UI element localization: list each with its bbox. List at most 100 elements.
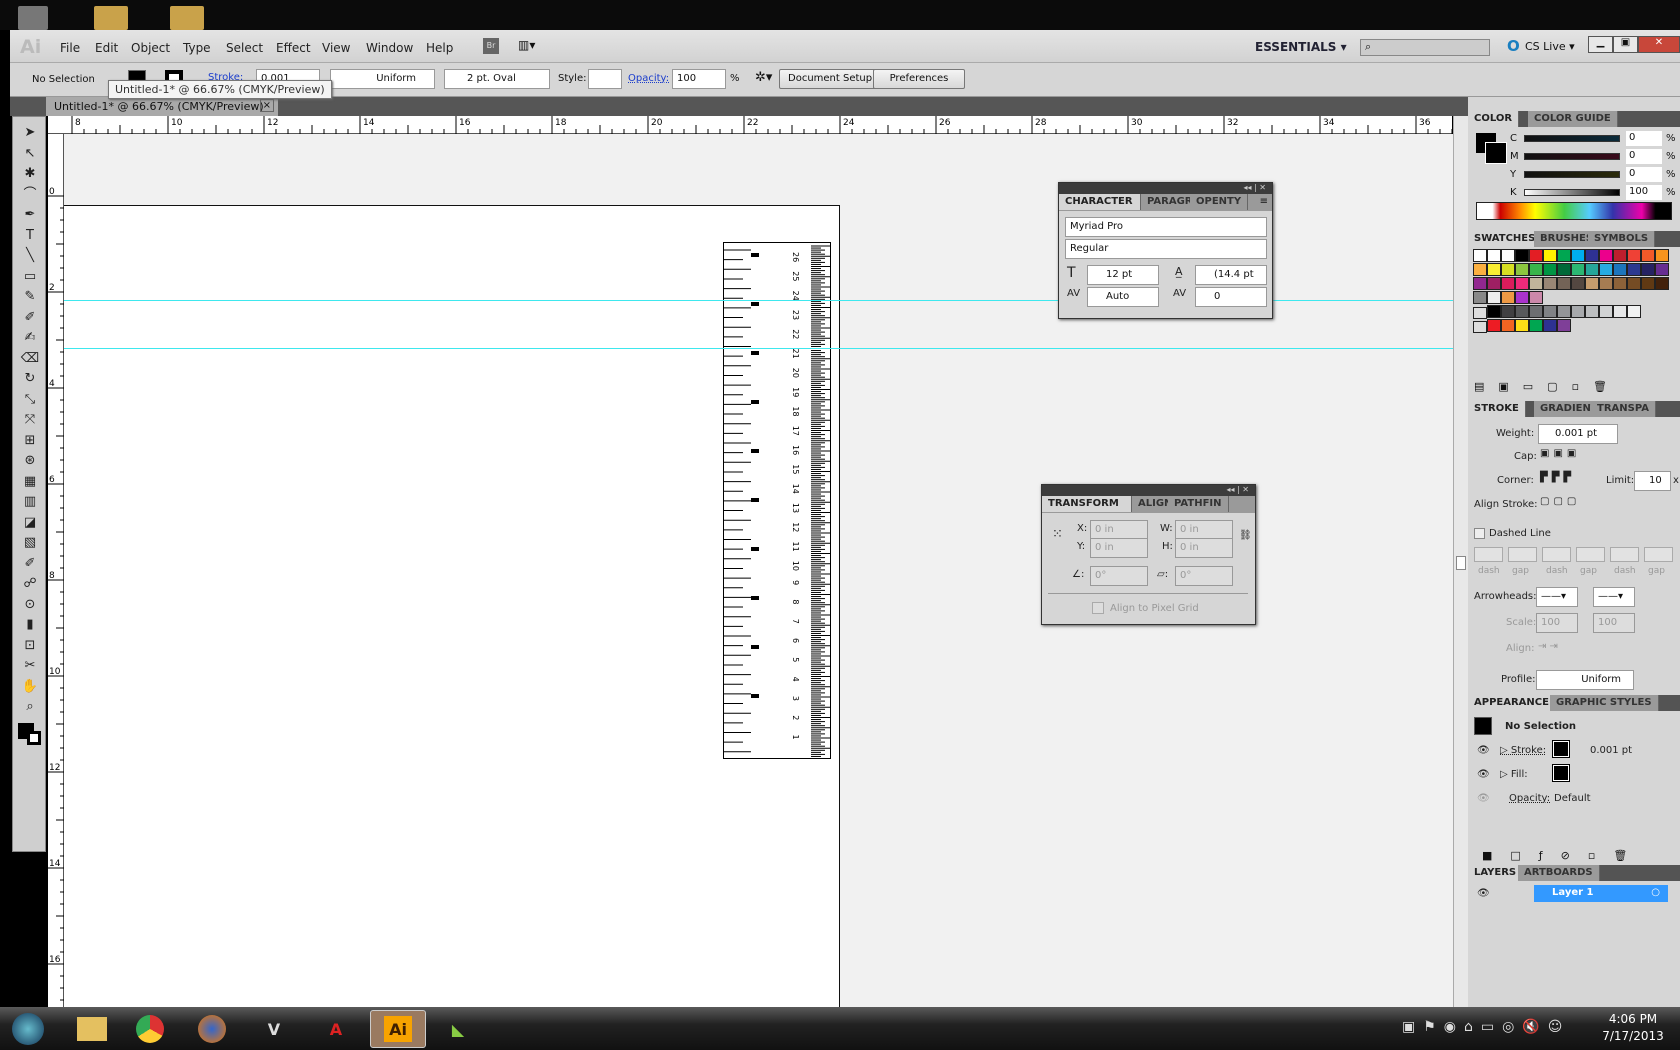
x-field[interactable]: 0 in — [1090, 520, 1148, 540]
document-tab[interactable]: Untitled-1* @ 66.67% (CMYK/Preview) × — [46, 97, 278, 116]
tool-6-icon[interactable]: ╲ — [13, 246, 47, 266]
swatch[interactable] — [1585, 277, 1599, 290]
tool-25-icon[interactable]: ⊡ — [13, 636, 47, 656]
swatch[interactable] — [1543, 277, 1557, 290]
tool-13-icon[interactable]: ⤡ — [13, 390, 47, 410]
minimize-button[interactable]: ▁ — [1588, 36, 1613, 53]
start-button[interactable] — [4, 1010, 52, 1048]
tool-3-icon[interactable]: ⌒ — [13, 185, 47, 205]
w-field[interactable]: 0 in — [1175, 520, 1233, 540]
tab-transform[interactable]: TRANSFORM — [1042, 496, 1132, 512]
y-field[interactable]: 0 in — [1090, 538, 1148, 558]
tab-transparency[interactable]: TRANSPA — [1591, 401, 1656, 417]
swatch[interactable] — [1557, 277, 1571, 290]
gray-swatch[interactable] — [1585, 305, 1599, 318]
start-arrowhead-select[interactable]: ——▾ — [1536, 587, 1578, 607]
constrain-link-icon[interactable]: ⛓ — [1239, 530, 1252, 541]
kerning-field[interactable]: Auto — [1087, 287, 1159, 307]
bright-swatch[interactable] — [1515, 319, 1529, 332]
slider-k[interactable] — [1524, 189, 1620, 196]
stroke-appearance-link[interactable]: ▷ Stroke: — [1500, 745, 1546, 756]
eye-icon[interactable]: 👁 — [1477, 769, 1490, 780]
dash-gap-field[interactable] — [1542, 547, 1571, 562]
swatch[interactable] — [1557, 249, 1571, 262]
stroke-appearance-swatch[interactable] — [1552, 740, 1570, 758]
font-style-select[interactable]: Regular — [1065, 239, 1267, 259]
opacity-link[interactable]: Opacity: — [628, 73, 669, 84]
profile-select[interactable]: Uniform — [1536, 670, 1634, 690]
tracking-field[interactable]: 0 — [1195, 287, 1267, 307]
bright-swatch[interactable] — [1487, 319, 1501, 332]
fill-appearance-swatch[interactable] — [1552, 764, 1570, 782]
taskbar-illustrator-icon[interactable]: Ai — [370, 1010, 426, 1048]
swatch[interactable] — [1641, 249, 1655, 262]
bright-swatch[interactable] — [1501, 319, 1515, 332]
bright-swatch[interactable] — [1543, 319, 1557, 332]
swatch[interactable] — [1529, 277, 1543, 290]
taskbar-acrobat-icon[interactable]: A — [308, 1010, 364, 1048]
swatch[interactable] — [1571, 277, 1585, 290]
swatch[interactable] — [1641, 263, 1655, 276]
swatch[interactable] — [1627, 249, 1641, 262]
panel-menu-icon[interactable]: ≡ — [1260, 196, 1268, 207]
tool-8-icon[interactable]: ✎ — [13, 287, 47, 307]
tool-5-icon[interactable]: T — [13, 226, 47, 246]
taskbar-green-app-icon[interactable]: ◣ — [430, 1010, 486, 1048]
stroke-color-box[interactable] — [1485, 142, 1507, 164]
slider-y[interactable] — [1524, 171, 1620, 178]
pattern-swatch[interactable] — [1529, 291, 1543, 304]
swatch[interactable] — [1515, 263, 1529, 276]
tool-23-icon[interactable]: ⊙ — [13, 595, 47, 615]
bright-swatch[interactable] — [1557, 319, 1571, 332]
swatch[interactable] — [1529, 249, 1543, 262]
recolor-icon[interactable]: ✲▾ — [755, 70, 772, 85]
pattern-swatch[interactable] — [1487, 291, 1501, 304]
pattern-swatch[interactable] — [1473, 291, 1487, 304]
tab-color[interactable]: COLOR — [1468, 111, 1520, 127]
swatch[interactable] — [1501, 263, 1515, 276]
font-size-field[interactable]: 12 pt — [1087, 265, 1159, 285]
menu-select[interactable]: Select — [226, 41, 263, 55]
h-field[interactable]: 0 in — [1175, 538, 1233, 558]
dash-gap-field[interactable] — [1576, 547, 1605, 562]
menu-window[interactable]: Window — [366, 41, 413, 55]
tool-2-icon[interactable]: ✱ — [13, 164, 47, 184]
tool-20-icon[interactable]: ▧ — [13, 533, 47, 553]
reference-point-icon[interactable]: ⁙ — [1052, 527, 1063, 542]
start-scale-field[interactable]: 100 — [1536, 613, 1578, 633]
tool-9-icon[interactable]: ✐ — [13, 308, 47, 328]
ruler-artwork[interactable]: 2625242322212019181716151413121110987654… — [723, 242, 831, 759]
swatch[interactable] — [1473, 277, 1487, 290]
tool-0-icon[interactable]: ➤ — [13, 123, 47, 143]
tab-appearance[interactable]: APPEARANCE — [1468, 695, 1556, 711]
menu-edit[interactable]: Edit — [95, 41, 118, 55]
layer-row[interactable]: Layer 1 ○ — [1534, 885, 1668, 902]
tab-graphic-styles[interactable]: GRAPHIC STYLES — [1550, 695, 1659, 711]
gray-swatch[interactable] — [1557, 305, 1571, 318]
tab-symbols[interactable]: SYMBOLS — [1588, 231, 1656, 247]
horizontal-ruler[interactable]: 8 10 12 14 16 18 20 22 24 26 28 30 32 34 36 — [48, 116, 1501, 134]
scroll-thumb[interactable] — [1456, 556, 1466, 570]
swatch[interactable] — [1599, 263, 1613, 276]
dash-gap-field[interactable] — [1508, 547, 1537, 562]
tab-pathfinder[interactable]: PATHFIN — [1168, 496, 1229, 512]
tool-24-icon[interactable]: ▮ — [13, 615, 47, 635]
clock[interactable]: 4:06 PM 7/17/2013 — [1598, 1012, 1668, 1043]
bridge-button[interactable]: Br — [483, 38, 499, 54]
swatch[interactable] — [1613, 263, 1627, 276]
recycle-bin-icon[interactable] — [18, 6, 48, 30]
folder-icon[interactable] — [170, 6, 204, 30]
menu-effect[interactable]: Effect — [276, 41, 311, 55]
taskbar-firefox-icon[interactable] — [184, 1010, 240, 1048]
channel-value-m[interactable]: 0 — [1626, 149, 1662, 164]
menu-view[interactable]: View — [322, 41, 350, 55]
gray-swatch[interactable] — [1613, 305, 1627, 318]
swatch[interactable] — [1655, 263, 1669, 276]
tool-4-icon[interactable]: ✒ — [13, 205, 47, 225]
preferences-button[interactable]: Preferences — [873, 69, 965, 89]
swatch[interactable] — [1599, 277, 1613, 290]
swatch[interactable] — [1487, 277, 1501, 290]
dash-gap-field[interactable] — [1474, 547, 1503, 562]
tool-10-icon[interactable]: ✍ — [13, 328, 47, 348]
swatch[interactable] — [1655, 249, 1669, 262]
